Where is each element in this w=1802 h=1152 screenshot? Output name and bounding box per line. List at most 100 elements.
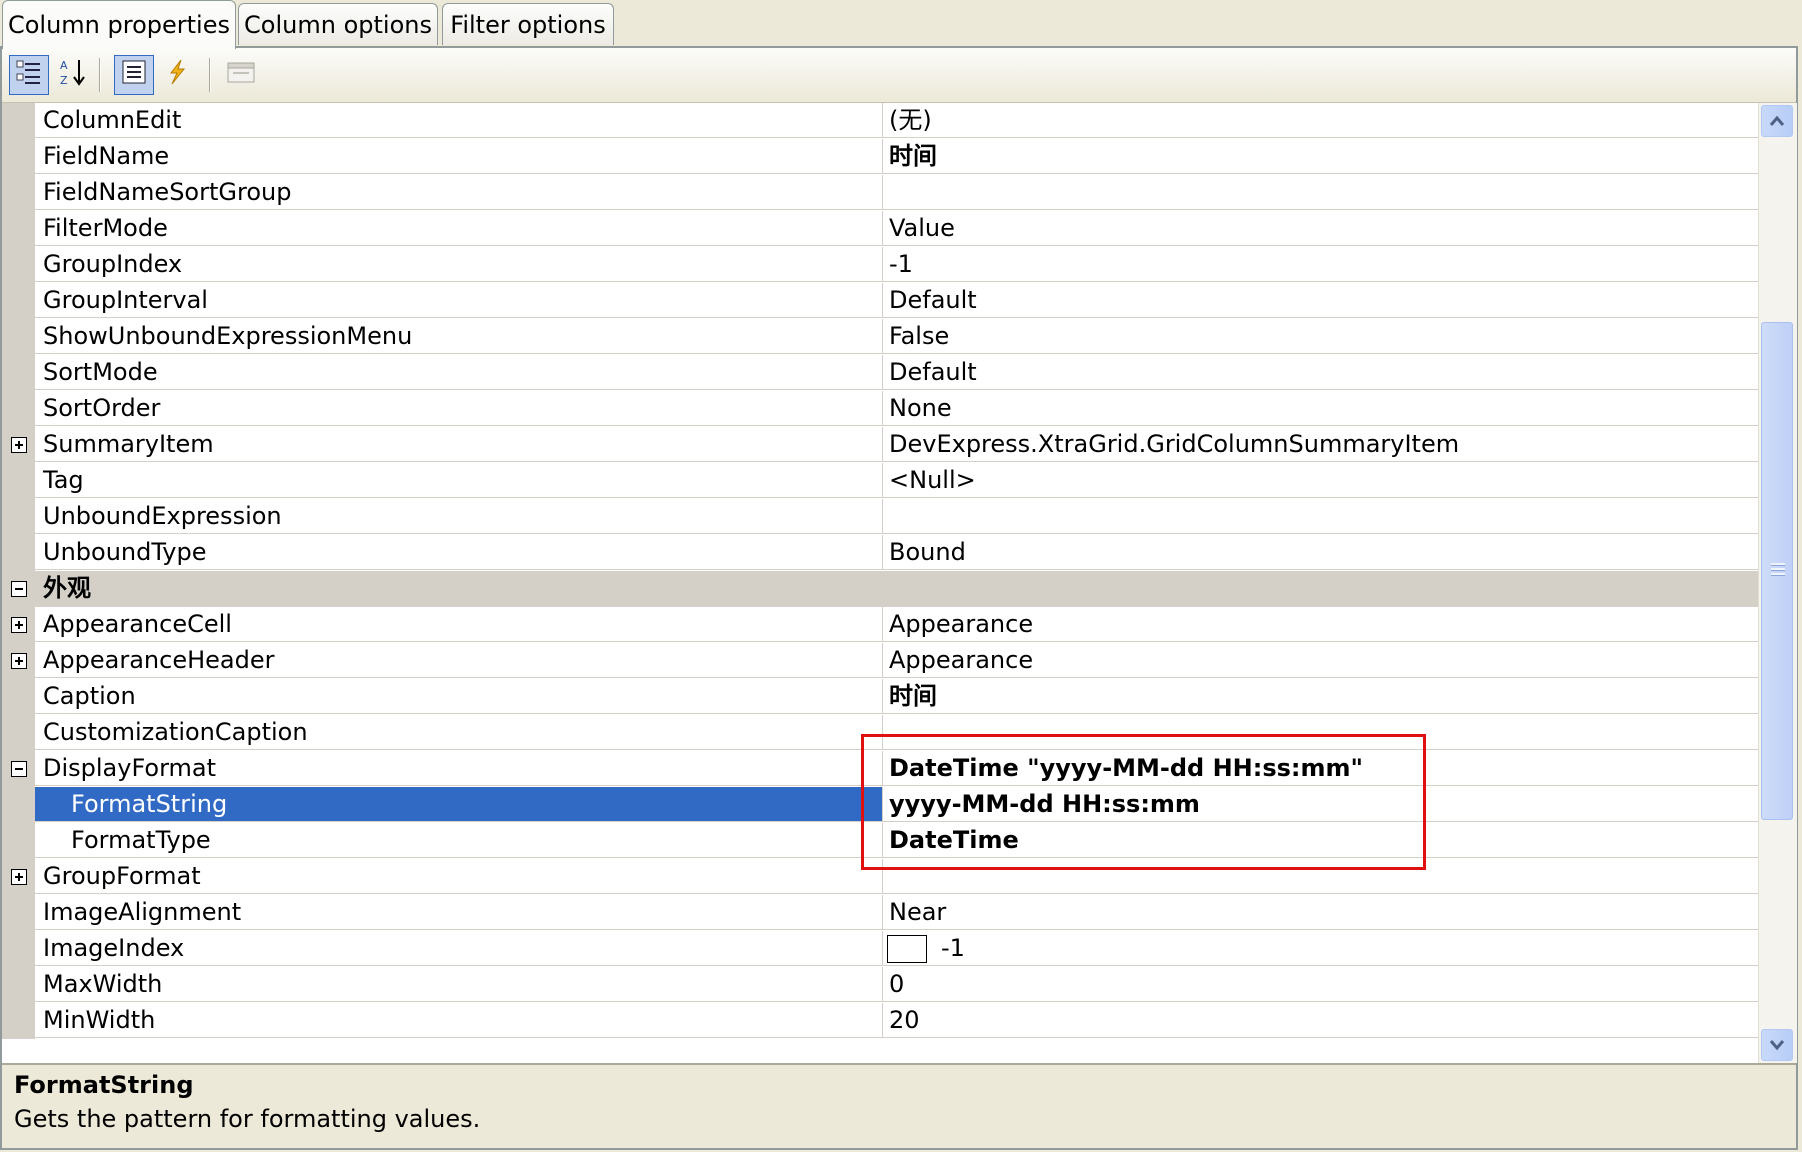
properties-button[interactable] bbox=[114, 55, 154, 95]
help-description: Gets the pattern for formatting values. bbox=[14, 1105, 481, 1133]
property-name: GroupFormat bbox=[35, 859, 883, 894]
property-value[interactable]: Bound bbox=[883, 535, 1758, 570]
row-gutter bbox=[2, 175, 35, 211]
expand-icon[interactable] bbox=[10, 653, 27, 669]
property-grid: ColumnEdit (无) FieldName 时间 FieldNameSor… bbox=[2, 103, 1758, 1063]
tab-column-properties[interactable]: Column properties bbox=[2, 0, 236, 49]
row-gutter bbox=[2, 715, 35, 751]
properties-icon bbox=[120, 58, 148, 92]
property-value[interactable]: 0 bbox=[883, 967, 1758, 1002]
property-pages-button[interactable] bbox=[221, 55, 261, 95]
scroll-up-button[interactable] bbox=[1761, 105, 1793, 137]
property-row-show-unbound-expression-menu[interactable]: ShowUnboundExpressionMenu False bbox=[2, 319, 1758, 355]
property-value[interactable] bbox=[883, 499, 1758, 534]
property-row-image-alignment[interactable]: ImageAlignment Near bbox=[2, 895, 1758, 931]
collapse-icon[interactable] bbox=[10, 581, 27, 597]
property-name: GroupIndex bbox=[35, 247, 883, 282]
property-name: ColumnEdit bbox=[35, 103, 883, 138]
property-row-caption[interactable]: Caption 时间 bbox=[2, 679, 1758, 715]
property-value[interactable]: 时间 bbox=[883, 679, 1758, 714]
events-button[interactable] bbox=[157, 55, 197, 95]
property-value[interactable]: False bbox=[883, 319, 1758, 354]
property-row-field-name-sort-group[interactable]: FieldNameSortGroup bbox=[2, 175, 1758, 211]
property-value[interactable]: Appearance bbox=[883, 643, 1758, 678]
row-gutter bbox=[2, 211, 35, 247]
svg-text:A: A bbox=[60, 59, 68, 72]
property-value[interactable]: (无) bbox=[883, 103, 1758, 138]
row-gutter bbox=[2, 679, 35, 715]
property-name: SortMode bbox=[35, 355, 883, 390]
property-value[interactable]: Default bbox=[883, 283, 1758, 318]
row-gutter bbox=[2, 535, 35, 571]
property-row-column-edit[interactable]: ColumnEdit (无) bbox=[2, 103, 1758, 139]
scroll-down-button[interactable] bbox=[1761, 1029, 1793, 1061]
property-name: FieldName bbox=[35, 139, 883, 174]
property-name: AppearanceHeader bbox=[35, 643, 883, 678]
property-value[interactable]: Value bbox=[883, 211, 1758, 246]
row-gutter bbox=[2, 787, 35, 823]
row-gutter bbox=[2, 139, 35, 175]
category-name: 外观 bbox=[35, 571, 1758, 606]
categorized-button[interactable] bbox=[9, 55, 49, 95]
tab-column-options[interactable]: Column options bbox=[238, 3, 438, 45]
property-row-appearance-header[interactable]: AppearanceHeader Appearance bbox=[2, 643, 1758, 679]
toolbar-separator bbox=[99, 58, 100, 92]
property-name: FormatString bbox=[35, 787, 883, 822]
property-row-filter-mode[interactable]: FilterMode Value bbox=[2, 211, 1758, 247]
expand-icon[interactable] bbox=[10, 437, 27, 453]
category-row-appearance[interactable]: 外观 bbox=[2, 571, 1758, 607]
property-row-group-interval[interactable]: GroupInterval Default bbox=[2, 283, 1758, 319]
property-row-unbound-type[interactable]: UnboundType Bound bbox=[2, 535, 1758, 571]
property-name: Caption bbox=[35, 679, 883, 714]
property-value[interactable]: <Null> bbox=[883, 463, 1758, 498]
row-gutter bbox=[2, 247, 35, 283]
property-value[interactable]: Near bbox=[883, 895, 1758, 930]
vertical-scrollbar[interactable] bbox=[1758, 103, 1797, 1063]
property-row-field-name[interactable]: FieldName 时间 bbox=[2, 139, 1758, 175]
property-row-image-index[interactable]: ImageIndex -1 bbox=[2, 931, 1758, 967]
property-name: DisplayFormat bbox=[35, 751, 883, 786]
events-lightning-icon bbox=[163, 58, 191, 92]
property-row-min-width[interactable]: MinWidth 20 bbox=[2, 1003, 1758, 1039]
property-name: SummaryItem bbox=[35, 427, 883, 462]
collapse-icon[interactable] bbox=[10, 761, 27, 777]
property-value[interactable]: 20 bbox=[883, 1003, 1758, 1038]
categorized-icon bbox=[15, 58, 43, 92]
property-row-summary-item[interactable]: SummaryItem DevExpress.XtraGrid.GridColu… bbox=[2, 427, 1758, 463]
row-gutter bbox=[2, 823, 35, 859]
row-gutter bbox=[2, 319, 35, 355]
row-gutter bbox=[2, 895, 35, 931]
row-gutter bbox=[2, 355, 35, 391]
tab-label: Filter options bbox=[450, 10, 606, 39]
property-value[interactable]: 时间 bbox=[883, 139, 1758, 174]
property-row-sort-order[interactable]: SortOrder None bbox=[2, 391, 1758, 427]
property-value[interactable]: -1 bbox=[883, 247, 1758, 282]
property-name: MaxWidth bbox=[35, 967, 883, 1002]
property-row-sort-mode[interactable]: SortMode Default bbox=[2, 355, 1758, 391]
sort-alphabetical-icon: A Z bbox=[57, 57, 87, 93]
property-row-group-index[interactable]: GroupIndex -1 bbox=[2, 247, 1758, 283]
scroll-thumb[interactable] bbox=[1761, 322, 1793, 820]
row-gutter bbox=[2, 571, 35, 607]
expand-icon[interactable] bbox=[10, 617, 27, 633]
property-name: SortOrder bbox=[35, 391, 883, 426]
property-value[interactable]: Appearance bbox=[883, 607, 1758, 642]
property-value[interactable]: Default bbox=[883, 355, 1758, 390]
highlight-box bbox=[861, 734, 1426, 870]
tab-filter-options[interactable]: Filter options bbox=[442, 3, 614, 45]
property-row-tag[interactable]: Tag <Null> bbox=[2, 463, 1758, 499]
row-gutter bbox=[2, 499, 35, 535]
thumb-grip bbox=[1771, 563, 1785, 566]
property-row-appearance-cell[interactable]: AppearanceCell Appearance bbox=[2, 607, 1758, 643]
property-panel: A Z ColumnEdit (无) FieldName 时间 FieldNam… bbox=[0, 46, 1798, 1150]
expand-icon[interactable] bbox=[10, 869, 27, 885]
property-row-max-width[interactable]: MaxWidth 0 bbox=[2, 967, 1758, 1003]
property-name: UnboundType bbox=[35, 535, 883, 570]
sort-alphabetical-button[interactable]: A Z bbox=[52, 55, 92, 95]
property-name: AppearanceCell bbox=[35, 607, 883, 642]
property-value[interactable] bbox=[883, 175, 1758, 210]
property-value-container[interactable]: -1 bbox=[883, 931, 1758, 966]
property-value[interactable]: None bbox=[883, 391, 1758, 426]
property-row-unbound-expression[interactable]: UnboundExpression bbox=[2, 499, 1758, 535]
property-value[interactable]: DevExpress.XtraGrid.GridColumnSummaryIte… bbox=[883, 427, 1758, 462]
